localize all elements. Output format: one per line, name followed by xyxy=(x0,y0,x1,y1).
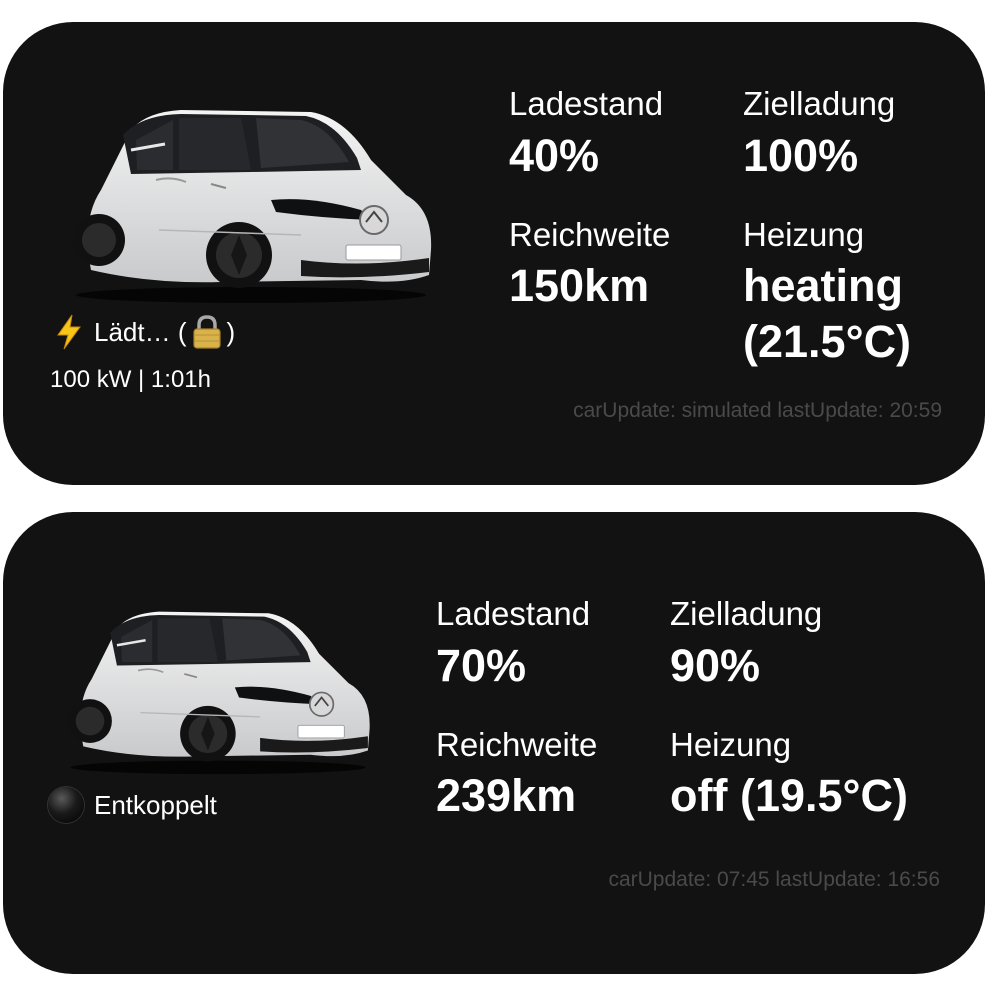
charging-status: Lädt… ( ) xyxy=(50,312,235,352)
reichweite-value: 239km xyxy=(436,770,577,821)
zielladung-label: Zielladung xyxy=(743,85,896,122)
heizung-label: Heizung xyxy=(743,216,865,253)
update-footer: carUpdate: 07:45 lastUpdate: 16:56 xyxy=(608,868,940,891)
ladestand-value: 40% xyxy=(509,130,600,181)
heizung-value: off (19.5°C) xyxy=(670,770,909,821)
status-text: Lädt… ( xyxy=(94,316,187,347)
car-widget-charging[interactable]: Lädt… ( ) 100 kW | 1:01h Ladestand 40% Z… xyxy=(3,22,985,485)
heizung-value-temp: (21.5°C) xyxy=(743,316,912,367)
car-widget-disconnected[interactable]: Entkoppelt Ladestand 70% Zielladung 90% … xyxy=(3,512,985,974)
lightning-bolt-icon xyxy=(57,314,81,350)
reichweite-value: 150km xyxy=(509,260,650,311)
status-text: Entkoppelt xyxy=(94,789,217,820)
reichweite-label: Reichweite xyxy=(509,216,671,253)
charging-power-time: 100 kW | 1:01h xyxy=(50,366,211,393)
heizung-value-state: heating xyxy=(743,260,904,311)
ladestand-label: Ladestand xyxy=(436,595,591,632)
lock-icon xyxy=(192,315,221,349)
connection-status: Entkoppelt xyxy=(48,785,217,825)
status-close-paren: ) xyxy=(226,316,236,347)
heizung-label: Heizung xyxy=(670,726,792,763)
car-image xyxy=(68,611,370,775)
ladestand-label: Ladestand xyxy=(509,85,664,122)
car-image xyxy=(73,110,432,303)
reichweite-label: Reichweite xyxy=(436,726,598,763)
ladestand-value: 70% xyxy=(436,640,527,691)
zielladung-value: 100% xyxy=(743,130,859,181)
black-circle-icon xyxy=(48,787,84,823)
update-footer: carUpdate: simulated lastUpdate: 20:59 xyxy=(573,399,942,422)
zielladung-value: 90% xyxy=(670,640,761,691)
zielladung-label: Zielladung xyxy=(670,595,823,632)
